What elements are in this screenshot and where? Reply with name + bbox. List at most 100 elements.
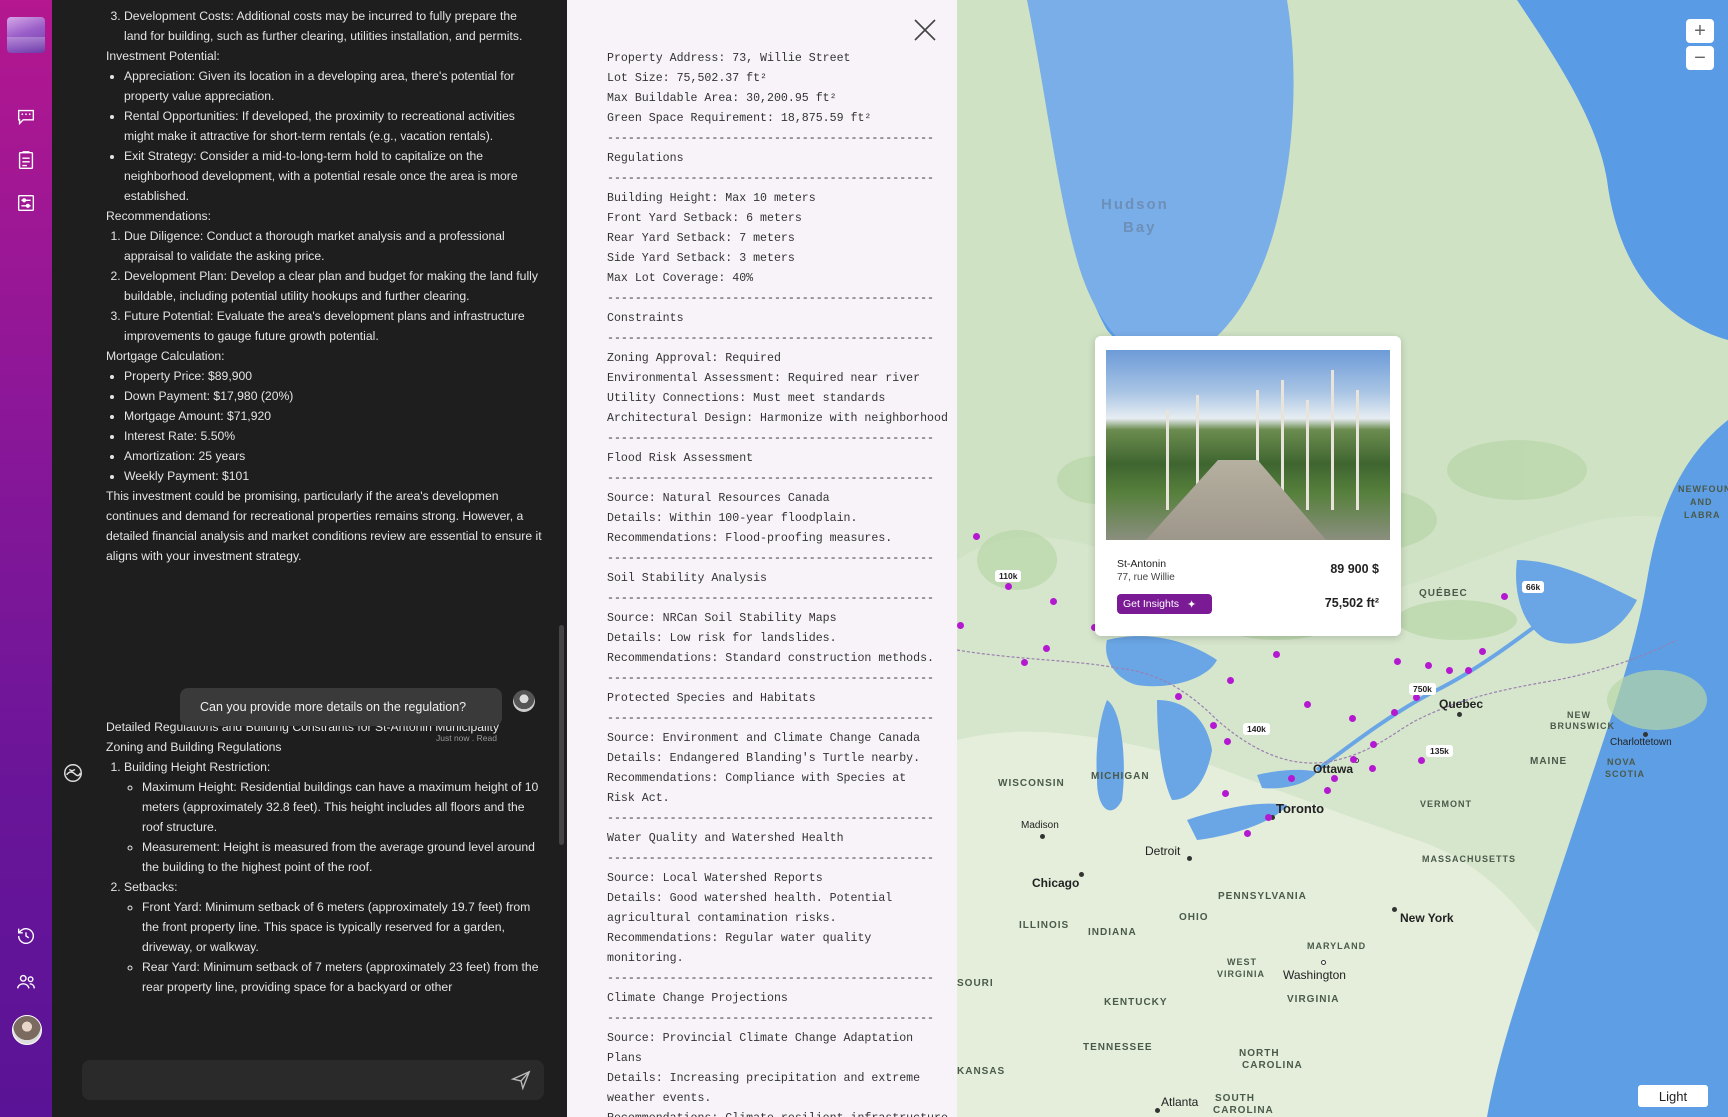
map-label-maryland: MARYLAND [1307, 941, 1367, 951]
chat-scroll-area[interactable]: Development Costs: Additional costs may … [52, 0, 567, 1047]
price-tag[interactable]: 135k [1426, 745, 1453, 757]
close-icon[interactable] [911, 16, 939, 44]
city-atlanta: Atlanta [1161, 1095, 1199, 1109]
property-pin[interactable] [1324, 787, 1331, 794]
property-pin[interactable] [1350, 756, 1357, 763]
message-status: Just now . Read [436, 733, 497, 743]
sliders-icon[interactable] [13, 190, 39, 216]
chat-scrollbar[interactable] [559, 625, 564, 845]
city-dot-chicago [1079, 872, 1084, 877]
property-pin[interactable] [1288, 775, 1295, 782]
property-pin[interactable] [1331, 775, 1338, 782]
user-message-avatar [513, 690, 535, 712]
get-insights-button[interactable]: Get Insights ✦ [1117, 594, 1212, 614]
property-pin[interactable] [1369, 765, 1376, 772]
list-item: Property Price: $89,900 [124, 366, 543, 386]
property-pin[interactable] [1418, 757, 1425, 764]
map-label-wisconsin: WISCONSIN [998, 778, 1065, 789]
list-item: Setbacks: Front Yard: Minimum setback of… [124, 877, 543, 997]
property-pin[interactable] [1501, 593, 1508, 600]
property-pin[interactable] [1265, 814, 1272, 821]
property-pin[interactable] [1222, 790, 1229, 797]
map-label-newfoundland-3: LABRA [1684, 510, 1721, 520]
city-dot-atlanta [1155, 1108, 1160, 1113]
city-ottawa: Ottawa [1313, 762, 1354, 776]
property-pin[interactable] [1210, 722, 1217, 729]
city-dot-washington [1321, 960, 1326, 965]
property-pin[interactable] [973, 533, 980, 540]
city-dot-new-york [1392, 907, 1397, 912]
property-pin[interactable] [1370, 741, 1377, 748]
message-input[interactable] [94, 1068, 494, 1092]
closing-paragraph: This investment could be promising, part… [106, 489, 542, 563]
price-tag[interactable]: 110k [995, 570, 1022, 582]
property-pin[interactable] [1394, 658, 1401, 665]
property-pin[interactable] [1273, 651, 1280, 658]
list-item: Measurement: Height is measured from the… [142, 837, 543, 877]
app-logo[interactable] [7, 17, 45, 53]
zoom-out-button[interactable]: − [1686, 46, 1714, 70]
property-pin[interactable] [1043, 645, 1050, 652]
property-pin[interactable] [1425, 662, 1432, 669]
map-label-south-carolina-2: CAROLINA [1213, 1105, 1274, 1116]
map-label-new-brunswick-2: BRUNSWICK [1550, 721, 1615, 731]
list-item: Interest Rate: 5.50% [124, 426, 543, 446]
list-item: Maximum Height: Residential buildings ca… [142, 777, 543, 837]
map-label-virginia: VIRGINIA [1287, 994, 1340, 1005]
property-pin[interactable] [1227, 677, 1234, 684]
property-pin[interactable] [1005, 583, 1012, 590]
app-sidebar [0, 0, 52, 1117]
map-label-west-virginia: WEST [1227, 957, 1257, 967]
property-card[interactable]: St-Antonin 77, rue Willie 89 900 $ 75,50… [1095, 336, 1401, 636]
clipboard-icon[interactable] [13, 147, 39, 173]
list-item: Exit Strategy: Consider a mid-to-long-te… [124, 146, 543, 206]
send-icon[interactable] [510, 1069, 532, 1091]
city-dot-madison [1040, 834, 1045, 839]
map-label-hudson: Hudson [1101, 196, 1169, 213]
city-toronto: Toronto [1276, 801, 1325, 816]
property-pin[interactable] [1304, 701, 1311, 708]
map-label-tennessee: TENNESSEE [1083, 1042, 1153, 1053]
city-washington: Washington [1283, 968, 1346, 982]
price-tag[interactable]: 750k [1409, 683, 1436, 695]
property-photo[interactable] [1106, 350, 1390, 540]
map-label-north-carolina-2: CAROLINA [1242, 1060, 1303, 1071]
property-pin[interactable] [1465, 667, 1472, 674]
list-item: Front Yard: Minimum setback of 6 meters … [142, 897, 543, 957]
chat-icon[interactable] [13, 104, 39, 130]
property-pin[interactable] [1413, 694, 1420, 701]
theme-toggle-button[interactable]: Light [1638, 1085, 1708, 1107]
zoom-in-button[interactable]: + [1686, 19, 1714, 43]
property-detail-panel: Property Address: 73, Willie Street Lot … [567, 0, 957, 1117]
property-report-text: Property Address: 73, Willie Street Lot … [607, 52, 955, 1117]
users-icon[interactable] [13, 969, 39, 995]
city-dot-quebec [1457, 712, 1462, 717]
list-item: Rear Yard: Minimum setback of 7 meters (… [142, 957, 543, 997]
price-tag[interactable]: 140k [1243, 723, 1270, 735]
property-pin[interactable] [1175, 693, 1182, 700]
list-item: Down Payment: $17,980 (20%) [124, 386, 543, 406]
property-pin[interactable] [1244, 830, 1251, 837]
user-avatar[interactable] [12, 1015, 42, 1045]
property-pin[interactable] [1349, 715, 1356, 722]
map-label-nova-scotia-2: SCOTIA [1605, 769, 1646, 779]
map-label-michigan: MICHIGAN [1091, 771, 1150, 782]
history-icon[interactable] [13, 923, 39, 949]
map-label-indiana: INDIANA [1088, 927, 1137, 938]
list-item: Weekly Payment: $101 [124, 466, 543, 486]
city-chicago: Chicago [1032, 876, 1080, 890]
map-label-new-brunswick: NEW [1567, 710, 1591, 720]
price-tag[interactable]: 66k [1522, 581, 1545, 593]
property-pin[interactable] [1050, 598, 1057, 605]
property-pin[interactable] [1479, 648, 1486, 655]
section-heading: Investment Potential: [106, 49, 220, 63]
city-new-york: New York [1400, 911, 1454, 925]
property-pin[interactable] [1224, 738, 1231, 745]
property-pin[interactable] [1391, 709, 1398, 716]
property-pin[interactable] [1446, 667, 1453, 674]
list-item: Mortgage Amount: $71,920 [124, 406, 543, 426]
map-label-kentucky: KENTUCKY [1104, 997, 1168, 1008]
top-list: Development Costs: Additional costs may … [106, 6, 543, 46]
property-pin[interactable] [957, 622, 964, 629]
property-pin[interactable] [1021, 659, 1028, 666]
